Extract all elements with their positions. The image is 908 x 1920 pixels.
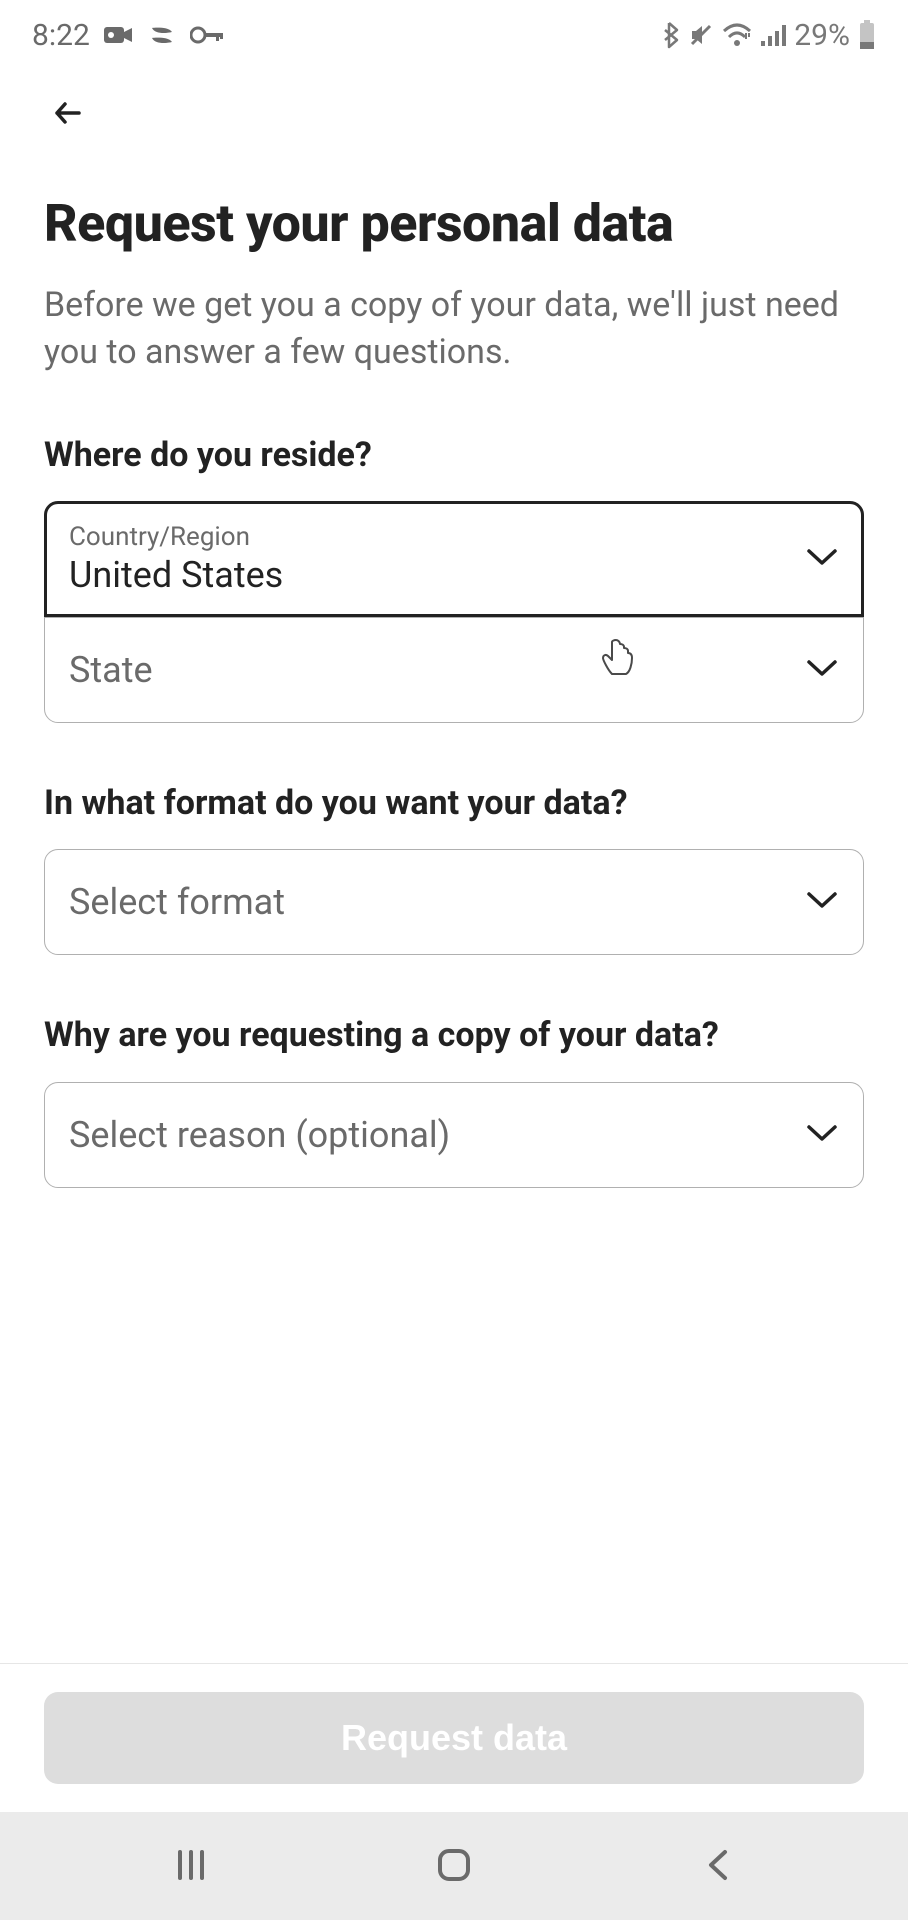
back-button[interactable]: [44, 90, 92, 138]
request-data-button[interactable]: Request data: [44, 1692, 864, 1784]
key-icon: [190, 26, 224, 44]
bottom-action-bar: Request data: [0, 1663, 908, 1812]
status-bar: 8:22 29%: [0, 0, 908, 70]
reside-section: Where do you reside? Country/Region Unit…: [44, 433, 864, 723]
battery-icon: [858, 20, 876, 50]
status-right: 29%: [660, 18, 876, 53]
state-placeholder: State: [69, 649, 153, 691]
battery-percent-label: 29%: [794, 18, 850, 53]
android-nav-bar: [0, 1812, 908, 1920]
state-select[interactable]: State: [44, 617, 864, 723]
chevron-down-icon: [805, 890, 839, 914]
reason-select[interactable]: Select reason (optional): [44, 1082, 864, 1188]
page-title: Request your personal data: [44, 194, 864, 254]
signal-icon: [760, 23, 786, 47]
main-content: Request your personal data Before we get…: [0, 138, 908, 1188]
nav-back-button[interactable]: [677, 1836, 757, 1896]
wifi-icon: [722, 23, 752, 47]
country-value: United States: [69, 554, 283, 596]
chevron-down-icon: [805, 547, 839, 571]
nav-back-icon: [705, 1848, 729, 1885]
status-left: 8:22: [32, 18, 224, 53]
reason-section: Why are you requesting a copy of your da…: [44, 1013, 864, 1187]
format-section: In what format do you want your data? Se…: [44, 781, 864, 955]
chevron-down-icon: [805, 1123, 839, 1147]
recents-icon: [174, 1848, 208, 1885]
reason-label: Why are you requesting a copy of your da…: [44, 1013, 864, 1057]
chevron-down-icon: [805, 658, 839, 682]
format-label: In what format do you want your data?: [44, 781, 864, 825]
country-select[interactable]: Country/Region United States: [44, 501, 864, 617]
reason-placeholder: Select reason (optional): [69, 1114, 450, 1156]
camera-icon: [104, 24, 134, 46]
nav-recents-button[interactable]: [151, 1836, 231, 1896]
mute-icon: [688, 22, 714, 48]
reside-label: Where do you reside?: [44, 433, 864, 477]
format-select[interactable]: Select format: [44, 849, 864, 955]
format-placeholder: Select format: [69, 881, 285, 923]
bluetooth-icon: [660, 21, 680, 49]
status-time: 8:22: [32, 18, 90, 53]
page-subtitle: Before we get you a copy of your data, w…: [44, 282, 864, 377]
header: [0, 70, 908, 138]
country-floating-label: Country/Region: [69, 522, 283, 552]
cast-icon: [148, 24, 176, 46]
home-icon: [435, 1846, 473, 1887]
nav-home-button[interactable]: [414, 1836, 494, 1896]
arrow-left-icon: [51, 96, 85, 133]
